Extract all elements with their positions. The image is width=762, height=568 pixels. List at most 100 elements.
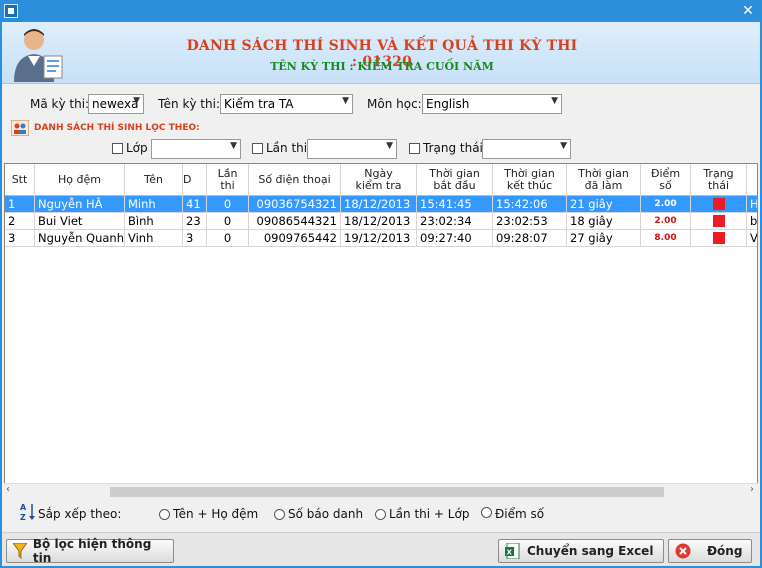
col-bat-dau[interactable]: Thời gian bắt đầu bbox=[417, 164, 493, 196]
col-trang-thai[interactable]: Trạng thái bbox=[691, 164, 747, 196]
ma-ky-thi-select[interactable]: newexa ▼ bbox=[88, 94, 144, 114]
cell-ho-dem: Nguyễn Quanh bbox=[35, 230, 125, 247]
cell-ngay: 18/12/2013 bbox=[341, 213, 417, 230]
sort-az-icon: A Z bbox=[20, 503, 35, 522]
cell-diem: 2.00 bbox=[641, 196, 691, 213]
ten-ky-thi-select[interactable]: Kiểm tra TA ▼ bbox=[220, 94, 353, 114]
chevron-down-icon: ▼ bbox=[551, 96, 558, 106]
sort-name-label: Tên + Họ đệm bbox=[173, 507, 259, 521]
trang-thai-checkbox[interactable] bbox=[409, 143, 420, 154]
sort-lanthi-radio[interactable] bbox=[375, 509, 386, 520]
cell-bat-dau: 15:41:45 bbox=[417, 196, 493, 213]
cell-da-lam: 18 giây bbox=[567, 213, 641, 230]
close-icon[interactable]: ✕ bbox=[740, 3, 756, 19]
cell-lan-thi: 0 bbox=[207, 196, 249, 213]
cell-stt: 2 bbox=[5, 213, 35, 230]
col-so-dien-thoai[interactable]: Số điện thoại bbox=[249, 164, 341, 196]
window-titlebar: ✕ bbox=[0, 0, 762, 22]
cell-stt: 1 bbox=[5, 196, 35, 213]
sort-label: Sắp xếp theo: bbox=[38, 507, 122, 521]
scrollbar-thumb[interactable] bbox=[110, 487, 664, 497]
cell-ket-thuc: 15:42:06 bbox=[493, 196, 567, 213]
col-diem-so[interactable]: Điểm số bbox=[641, 164, 691, 196]
col-ho-dem[interactable]: Họ đệm bbox=[35, 164, 125, 196]
lop-select[interactable]: ▼ bbox=[151, 139, 241, 159]
scroll-left-icon[interactable]: ‹ bbox=[6, 484, 10, 495]
cell-ho-dem: Bui Viet bbox=[35, 213, 125, 230]
cell-bat-dau: 09:27:40 bbox=[417, 230, 493, 247]
chevron-down-icon: ▼ bbox=[230, 141, 237, 151]
table-row[interactable]: 2 Bui Viet Bình 23 0 09086544321 18/12/2… bbox=[5, 213, 758, 230]
cell-extra: H bbox=[750, 197, 758, 211]
svg-text:Z: Z bbox=[20, 513, 26, 522]
mon-hoc-value: English bbox=[426, 97, 470, 111]
people-filter-icon bbox=[11, 120, 29, 136]
cell-stt: 3 bbox=[5, 230, 35, 247]
cell-da-lam: 21 giây bbox=[567, 196, 641, 213]
svg-text:A: A bbox=[20, 503, 27, 512]
mon-hoc-select[interactable]: English ▼ bbox=[422, 94, 562, 114]
cell-trang-thai bbox=[691, 230, 747, 247]
horizontal-scrollbar[interactable]: ‹ › bbox=[4, 483, 758, 500]
sort-name-radio[interactable] bbox=[159, 509, 170, 520]
col-stt[interactable]: Stt bbox=[5, 164, 35, 196]
filter-button[interactable]: Bộ lọc hiện thông tin bbox=[6, 537, 174, 565]
status-indicator-icon bbox=[712, 214, 725, 227]
cell-diem: 8.00 bbox=[641, 230, 691, 247]
close-button[interactable]: Đóng bbox=[668, 539, 752, 563]
col-ngay-kiem-tra[interactable]: Ngày kiểm tra bbox=[341, 164, 417, 196]
cell-bat-dau: 23:02:34 bbox=[417, 213, 493, 230]
table-row[interactable]: 3 Nguyễn Quanh Vinh 3 0 0909765442 19/12… bbox=[5, 230, 758, 247]
cell-ten: Minh bbox=[125, 196, 183, 213]
ma-ky-thi-label: Mã kỳ thi: bbox=[30, 97, 90, 111]
mon-hoc-label: Môn học: bbox=[367, 97, 422, 111]
cell-lan-thi: 0 bbox=[207, 213, 249, 230]
sort-lanthi-label: Lần thi + Lớp bbox=[389, 507, 470, 521]
col-lan-thi[interactable]: Lần thi bbox=[207, 164, 249, 196]
trang-thai-label: Trạng thái bbox=[423, 141, 483, 155]
cell-ngay: 19/12/2013 bbox=[341, 230, 417, 247]
cell-ho-dem: Nguyễn HÃ bbox=[35, 196, 125, 213]
lan-thi-label: Lần thi bbox=[266, 141, 308, 155]
export-excel-button[interactable]: X Chuyển sang Excel bbox=[498, 539, 664, 563]
col-ten[interactable]: Tên bbox=[125, 164, 183, 196]
cell-trang-thai bbox=[691, 196, 747, 213]
cell-trang-thai bbox=[691, 213, 747, 230]
sort-diem-radio[interactable] bbox=[481, 507, 492, 518]
close-circle-icon bbox=[675, 543, 691, 559]
main-window: DANH SÁCH THÍ SINH VÀ KẾT QUẢ THI KỲ THI… bbox=[2, 22, 760, 566]
export-excel-label: Chuyển sang Excel bbox=[527, 544, 654, 558]
cell-ten: Bình bbox=[125, 213, 183, 230]
cell-phone: 09086544321 bbox=[249, 213, 341, 230]
lop-label: Lớp bbox=[126, 141, 148, 155]
table-row[interactable]: 1 Nguyễn HÃ Minh 41 0 09036754321 18/12/… bbox=[5, 196, 758, 213]
cell-extra: V bbox=[750, 231, 758, 245]
cell-lan-thi: 0 bbox=[207, 230, 249, 247]
lop-checkbox[interactable] bbox=[112, 143, 123, 154]
chevron-down-icon: ▼ bbox=[386, 141, 393, 151]
cell-id: 23 bbox=[183, 213, 207, 230]
cell-ket-thuc: 23:02:53 bbox=[493, 213, 567, 230]
ten-ky-thi-label: Tên kỳ thi: bbox=[158, 97, 220, 111]
ten-ky-thi-value: Kiểm tra TA bbox=[224, 97, 294, 111]
cell-diem: 2.00 bbox=[641, 213, 691, 230]
col-da-lam[interactable]: Thời gian đã làm bbox=[567, 164, 641, 196]
lan-thi-checkbox[interactable] bbox=[252, 143, 263, 154]
cell-id: 41 bbox=[183, 196, 207, 213]
lan-thi-select[interactable]: ▼ bbox=[307, 139, 397, 159]
svg-text:X: X bbox=[507, 549, 513, 557]
chevron-down-icon: ▼ bbox=[342, 96, 349, 106]
col-ket-thuc[interactable]: Thời gian kết thúc bbox=[493, 164, 567, 196]
cell-extra: b bbox=[750, 214, 758, 228]
trang-thai-select[interactable]: ▼ bbox=[482, 139, 571, 159]
sort-sbd-radio[interactable] bbox=[274, 509, 285, 520]
cell-phone: 09036754321 bbox=[249, 196, 341, 213]
col-id[interactable]: D bbox=[183, 164, 207, 196]
funnel-icon bbox=[13, 543, 27, 559]
chevron-down-icon: ▼ bbox=[133, 96, 140, 106]
cell-id: 3 bbox=[183, 230, 207, 247]
filter-section-title: DANH SÁCH THÍ SINH LỌC THEO: bbox=[34, 123, 200, 133]
scroll-right-icon[interactable]: › bbox=[750, 484, 754, 495]
cell-da-lam: 27 giây bbox=[567, 230, 641, 247]
button-bar: Bộ lọc hiện thông tin X Chuyển sang Exce… bbox=[2, 532, 760, 566]
